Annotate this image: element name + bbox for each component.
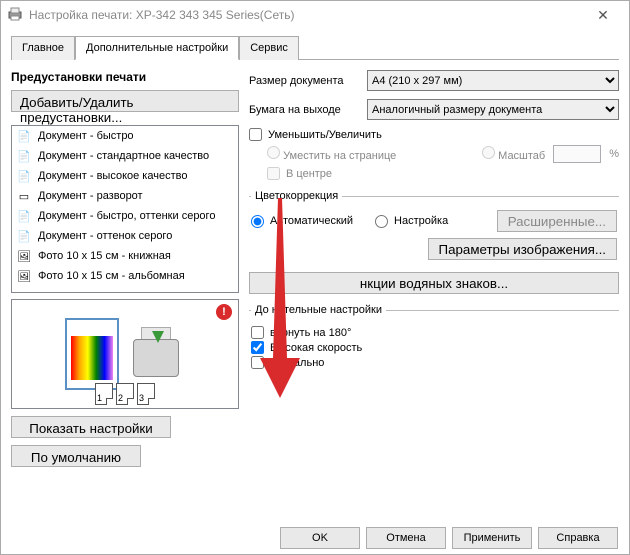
doc-icon: 📄 [16,148,32,164]
preset-item[interactable]: 🖼Фото 10 x 15 см - альбомная [12,266,238,286]
tab-strip: Главное Дополнительные настройки Сервис [11,35,619,60]
document-preview-icon [65,318,119,390]
scale-radio [482,146,495,159]
fit-to-page-radio [267,146,280,159]
presets-title: Предустановки печати [11,70,239,84]
help-button[interactable]: Справка [538,527,618,549]
color-custom-radio[interactable] [375,215,388,228]
high-speed-checkbox[interactable] [251,341,264,354]
document-size-select[interactable]: A4 (210 x 297 мм) [367,70,619,91]
tab-advanced[interactable]: Дополнительные настройки [75,36,239,60]
output-paper-label: Бумага на выходе [249,104,361,116]
document-size-label: Размер документа [249,75,361,87]
rotate-180-checkbox[interactable] [251,326,264,339]
tab-service[interactable]: Сервис [239,36,299,60]
image-options-button[interactable]: Параметры изображения... [428,238,618,260]
show-settings-button[interactable]: Показать настройки [11,416,171,438]
preset-item[interactable]: 📄Документ - стандартное качество [12,146,238,166]
doc-icon: 📄 [16,168,32,184]
mirror-checkbox[interactable] [251,356,264,369]
preset-item[interactable]: ▭Документ - разворот [12,186,238,206]
additional-settings-title: До нительные настройки [251,304,386,316]
color-correction-title: Цветокоррекция [251,190,342,202]
preset-item[interactable]: 📄Документ - быстро [12,126,238,146]
defaults-button[interactable]: По умолчанию [11,445,141,467]
spread-icon: ▭ [16,188,32,204]
doc-gray-icon: 📄 [16,228,32,244]
doc-gray-icon: 📄 [16,208,32,224]
center-checkbox [267,167,280,180]
preset-item[interactable]: 📄Документ - оттенок серого [12,226,238,246]
reduce-enlarge-checkbox[interactable] [249,128,262,141]
watermark-button[interactable]: нкции водяных знаков... [249,272,619,294]
photo-portrait-icon: 🖼 [16,248,32,264]
apply-button[interactable]: Применить [452,527,532,549]
reduce-enlarge-label: Уменьшить/Увеличить [268,129,382,141]
warning-icon: ! [216,304,232,320]
printer-preview-icon [127,325,185,383]
color-auto-radio[interactable] [251,215,264,228]
preset-item[interactable]: 📄Документ - быстро, оттенки серого [12,206,238,226]
cancel-button[interactable]: Отмена [366,527,446,549]
preset-item[interactable]: 📄Документ - высокое качество [12,166,238,186]
preset-item[interactable]: 🖼Фото 10 x 15 см - книжная [12,246,238,266]
tab-main[interactable]: Главное [11,36,75,60]
photo-landscape-icon: 🖼 [16,268,32,284]
add-remove-presets-button[interactable]: Добавить/Удалить предустановки... [11,90,239,112]
scale-value-input [553,145,601,163]
doc-icon: 📄 [16,128,32,144]
window-title: Настройка печати: XP-342 343 345 Series(… [29,8,583,22]
ok-button[interactable]: OK [280,527,360,549]
preset-preview: ! 1 2 3 [11,299,239,409]
printer-icon [7,6,23,25]
page-number-thumbs: 1 2 3 [95,383,155,405]
preset-list[interactable]: 📄Документ - быстро 📄Документ - стандартн… [11,125,239,293]
advanced-color-button: Расширенные... [497,210,617,232]
close-icon[interactable]: ✕ [583,7,623,24]
output-paper-select[interactable]: Аналогичный размеру документа [367,99,619,120]
